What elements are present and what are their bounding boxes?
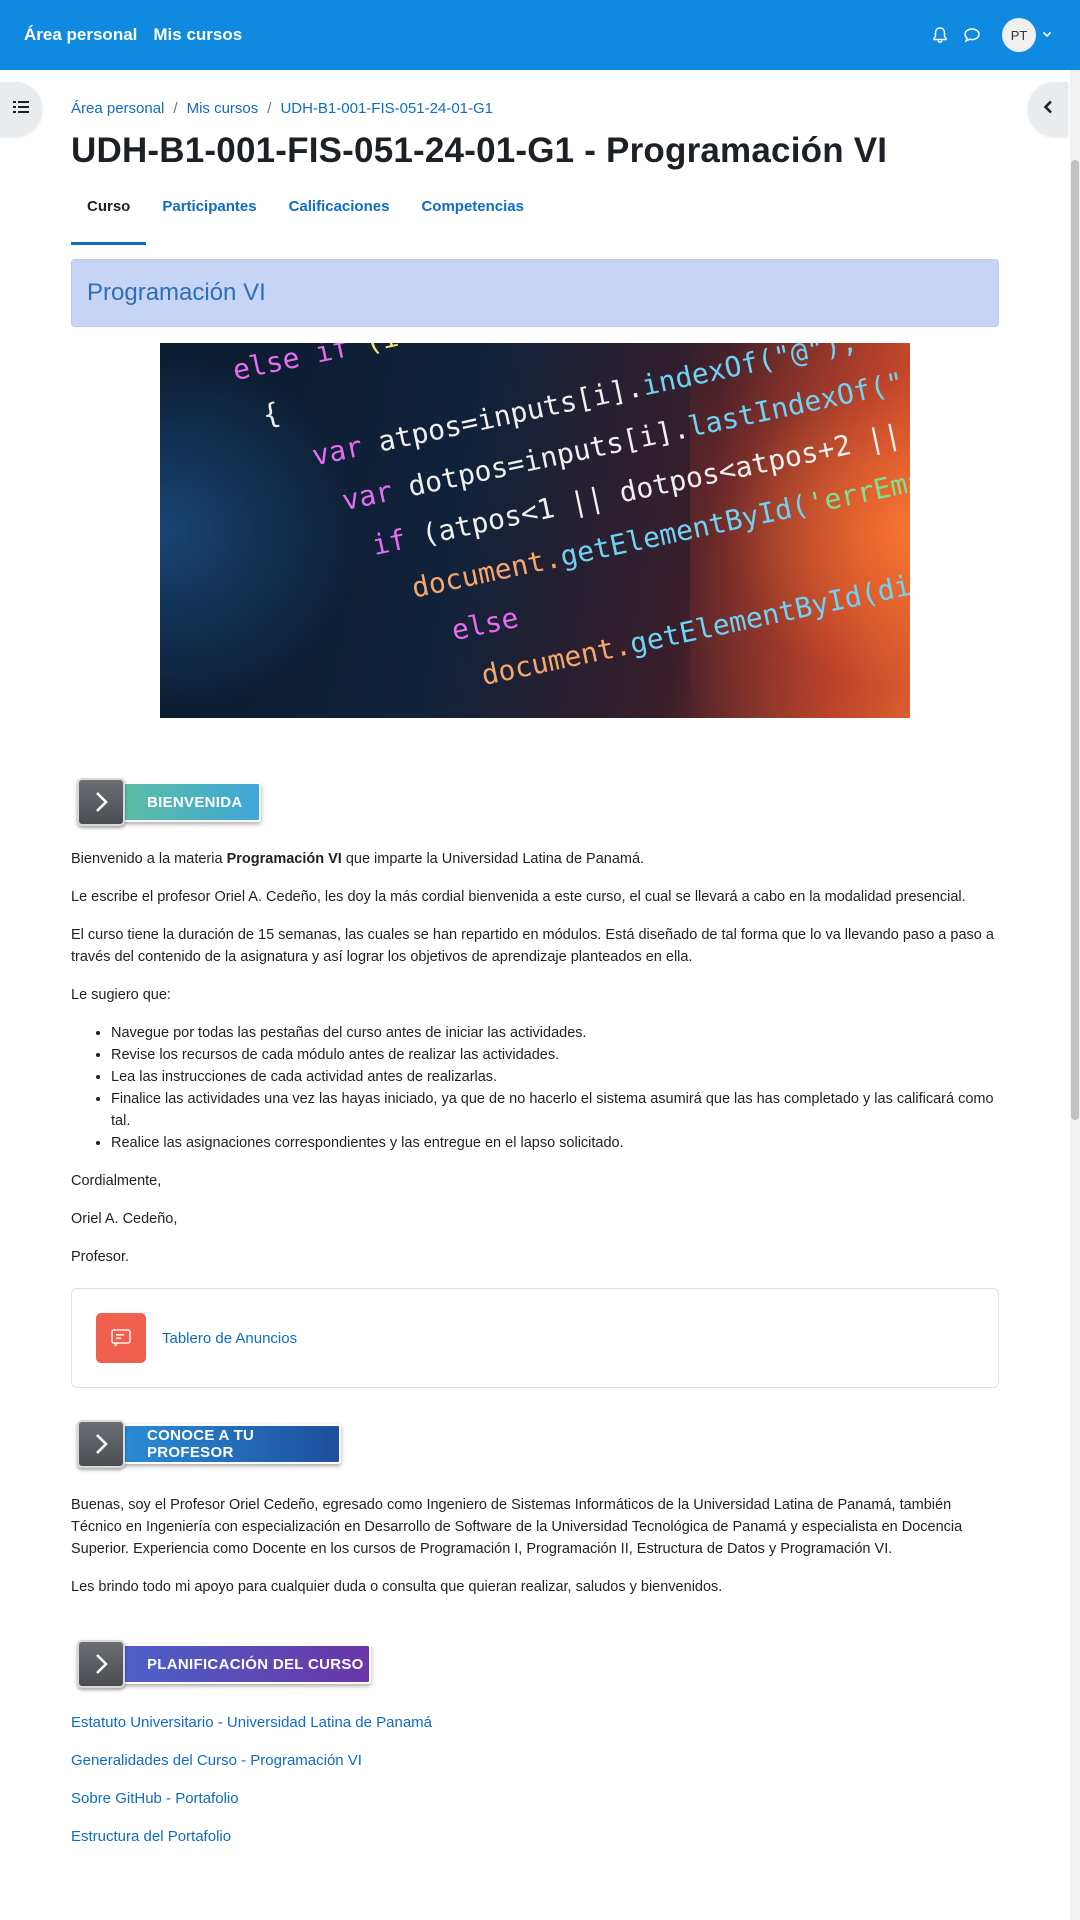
tab-grades[interactable]: Calificaciones xyxy=(273,199,406,239)
page-title: UDH-B1-001-FIS-051-24-01-G1 - Programaci… xyxy=(71,131,888,170)
planning-ribbon-band: PLANIFICACIÓN DEL CURSO xyxy=(109,1644,371,1684)
course-banner-image: else if (i==2) { var atpos=inputs[i].ind… xyxy=(160,343,910,718)
breadcrumb-course[interactable]: UDH-B1-001-FIS-051-24-01-G1 xyxy=(280,100,493,117)
welcome-text-span: que imparte la Universidad Latina de Pan… xyxy=(341,851,645,867)
tab-participants[interactable]: Participantes xyxy=(146,199,272,239)
code-token: { xyxy=(259,396,283,432)
teacher-ribbon-banner: CONOCE A TU PROFESOR xyxy=(71,1418,351,1470)
signature-title: Profesor. xyxy=(71,1249,130,1265)
code-token: if xyxy=(312,343,352,370)
course-name-bold: Programación VI xyxy=(226,851,342,867)
chevron-right-icon xyxy=(77,778,125,826)
list-item: Lea las instrucciones de cada actividad … xyxy=(111,1066,999,1088)
list-item: Navegue por todas las pestañas del curso… xyxy=(111,1022,999,1044)
messages-chat-icon[interactable] xyxy=(956,19,988,51)
breadcrumb-separator: / xyxy=(173,100,178,117)
course-overview-link[interactable]: Generalidades del Curso - Programación V… xyxy=(71,1750,999,1788)
welcome-ribbon-band: BIENVENIDA xyxy=(109,782,261,822)
course-tabs: Curso Participantes Calificaciones Compe… xyxy=(71,199,999,245)
closing-text: Cordialmente, xyxy=(71,1173,162,1189)
list-icon xyxy=(13,100,29,119)
breadcrumb-my-courses[interactable]: Mis cursos xyxy=(187,100,259,117)
code-token: else xyxy=(448,600,522,648)
list-item: Finalice las actividades una vez las hay… xyxy=(111,1088,999,1132)
planning-ribbon-banner: PLANIFICACIÓN DEL CURSO xyxy=(71,1638,376,1690)
planning-links: Estatuto Universitario - Universidad Lat… xyxy=(71,1712,999,1864)
suggestions-intro: Le sugiero que: xyxy=(71,987,171,1003)
tab-competencies[interactable]: Competencias xyxy=(405,199,540,239)
tab-course[interactable]: Curso xyxy=(71,199,147,245)
scrollbar-thumb[interactable] xyxy=(1071,160,1079,1120)
code-token: var xyxy=(339,474,396,518)
suggestions-list: Navegue por todas las pestañas del curso… xyxy=(111,1022,999,1154)
list-item: Realice las asignaciones correspondiente… xyxy=(111,1132,999,1154)
teacher-ribbon-band: CONOCE A TU PROFESOR xyxy=(109,1424,341,1464)
section-header: Programación VI xyxy=(71,259,999,327)
main-content: Área personal / Mis cursos / UDH-B1-001-… xyxy=(71,100,999,1864)
forum-icon xyxy=(96,1313,146,1363)
nav-my-courses-link[interactable]: Mis cursos xyxy=(153,25,242,45)
user-navigation: PT xyxy=(924,18,1080,52)
block-drawer-toggle[interactable] xyxy=(1028,82,1068,136)
teacher-text: Buenas, soy el Profesor Oriel Cedeño, eg… xyxy=(71,1494,999,1598)
duration-paragraph: El curso tiene la duración de 15 semanas… xyxy=(71,927,994,965)
section-title: Programación VI xyxy=(87,279,266,306)
user-avatar[interactable]: PT xyxy=(1002,18,1036,52)
breadcrumb-home[interactable]: Área personal xyxy=(71,100,164,117)
planning-ribbon-label: PLANIFICACIÓN DEL CURSO xyxy=(147,1655,364,1673)
university-statute-link[interactable]: Estatuto Universitario - Universidad Lat… xyxy=(71,1712,999,1750)
course-index-toggle[interactable] xyxy=(0,82,42,136)
chevron-right-icon xyxy=(77,1420,125,1468)
code-token: if xyxy=(369,522,409,562)
breadcrumb: Área personal / Mis cursos / UDH-B1-001-… xyxy=(71,100,999,117)
page-scrollbar[interactable] xyxy=(1070,70,1080,1920)
signature-name: Oriel A. Cedeño, xyxy=(71,1211,178,1227)
welcome-text-span: Bienvenido a la materia xyxy=(71,851,227,867)
teacher-support-paragraph: Les brindo todo mi apoyo para cualquier … xyxy=(71,1579,723,1595)
forum-announcements-link[interactable]: Tablero de Anuncios xyxy=(162,1330,297,1347)
forum-activity-card[interactable]: Tablero de Anuncios xyxy=(71,1288,999,1388)
breadcrumb-separator: / xyxy=(267,100,272,117)
chevron-right-icon xyxy=(77,1640,125,1688)
welcome-text: Bienvenido a la materia Programación VI … xyxy=(71,848,999,1268)
teacher-bio-paragraph: Buenas, soy el Profesor Oriel Cedeño, eg… xyxy=(71,1497,963,1557)
github-portfolio-link[interactable]: Sobre GitHub - Portafolio xyxy=(71,1788,999,1826)
user-initials: PT xyxy=(1010,27,1028,43)
top-navbar: Área personal Mis cursos PT xyxy=(0,0,1080,70)
chevron-down-icon[interactable] xyxy=(1042,26,1052,44)
list-item: Revise los recursos de cada módulo antes… xyxy=(111,1044,999,1066)
welcome-ribbon-banner: BIENVENIDA xyxy=(71,776,271,828)
notifications-bell-icon[interactable] xyxy=(924,19,956,51)
intro-paragraph: Le escribe el profesor Oriel A. Cedeño, … xyxy=(71,889,966,905)
portfolio-structure-link[interactable]: Estructura del Portafolio xyxy=(71,1826,999,1864)
code-token: var xyxy=(309,429,366,473)
nav-home-link[interactable]: Área personal xyxy=(24,25,137,45)
code-token: else xyxy=(229,343,303,388)
welcome-ribbon-label: BIENVENIDA xyxy=(147,793,243,811)
teacher-ribbon-label: CONOCE A TU PROFESOR xyxy=(147,1427,255,1461)
chevron-left-icon xyxy=(1042,100,1054,119)
welcome-paragraph: Bienvenido a la materia Programación VI … xyxy=(71,848,999,870)
primary-navigation: Área personal Mis cursos xyxy=(0,25,258,45)
